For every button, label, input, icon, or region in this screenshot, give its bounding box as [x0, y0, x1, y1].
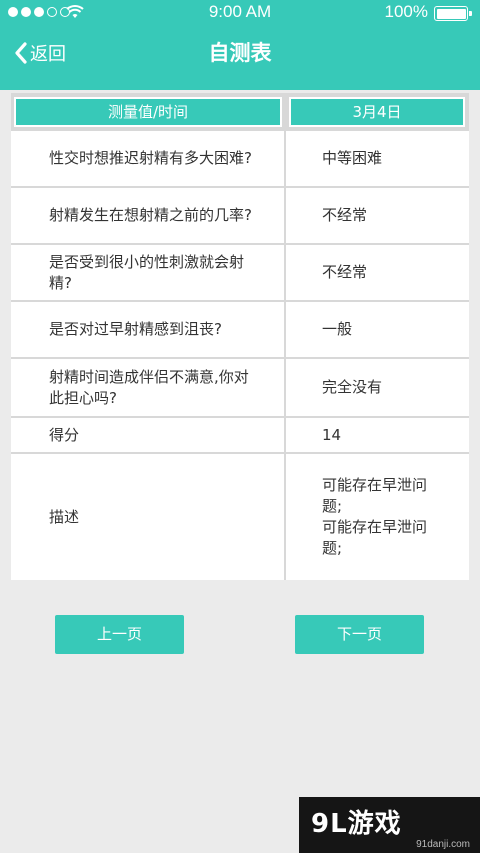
table-row: 描述 可能存在早泄问题; 可能存在早泄问题; [11, 454, 469, 580]
question-cell: 射精时间造成伴侣不满意,你对此担心吗? [11, 359, 284, 416]
table-row: 是否受到很小的性刺激就会射精? 不经常 [11, 245, 469, 300]
answer-cell: 不经常 [286, 188, 469, 243]
table-row: 射精发生在想射精之前的几率? 不经常 [11, 188, 469, 243]
battery-icon [434, 6, 472, 21]
table-row: 得分 14 [11, 418, 469, 452]
next-page-button[interactable]: 下一页 [295, 615, 424, 654]
table-row: 性交时想推迟射精有多大困难? 中等困难 [11, 131, 469, 186]
page-title: 自测表 [208, 41, 272, 65]
nav-bar: 9:00 AM 100% 返回 自测表 [0, 0, 480, 90]
score-value-cell: 14 [286, 418, 469, 452]
question-cell: 射精发生在想射精之前的几率? [11, 188, 284, 243]
header-date: 3月4日 [289, 97, 465, 127]
question-cell: 是否受到很小的性刺激就会射精? [11, 245, 284, 300]
question-cell: 性交时想推迟射精有多大困难? [11, 131, 284, 186]
answer-cell: 不经常 [286, 245, 469, 300]
table-row: 射精时间造成伴侣不满意,你对此担心吗? 完全没有 [11, 359, 469, 416]
watermark-logo: 9L游戏 91danji.com [299, 797, 480, 853]
table-row: 是否对过早射精感到沮丧? 一般 [11, 302, 469, 357]
watermark-brand: 9L游戏 [311, 809, 402, 839]
self-test-table: 测量值/时间 3月4日 性交时想推迟射精有多大困难? 中等困难 射精发生在想射精… [11, 93, 469, 580]
prev-page-button[interactable]: 上一页 [55, 615, 184, 654]
answer-cell: 中等困难 [286, 131, 469, 186]
description-label-cell: 描述 [11, 454, 284, 580]
score-label-cell: 得分 [11, 418, 284, 452]
answer-cell: 完全没有 [286, 359, 469, 416]
question-cell: 是否对过早射精感到沮丧? [11, 302, 284, 357]
header-measurement: 测量值/时间 [14, 97, 282, 127]
battery-percent: 100% [384, 2, 428, 21]
answer-cell: 一般 [286, 302, 469, 357]
status-bar: 9:00 AM 100% [0, 0, 480, 26]
watermark-url: 91danji.com [416, 839, 470, 850]
description-value-cell: 可能存在早泄问题; 可能存在早泄问题; [286, 454, 469, 580]
